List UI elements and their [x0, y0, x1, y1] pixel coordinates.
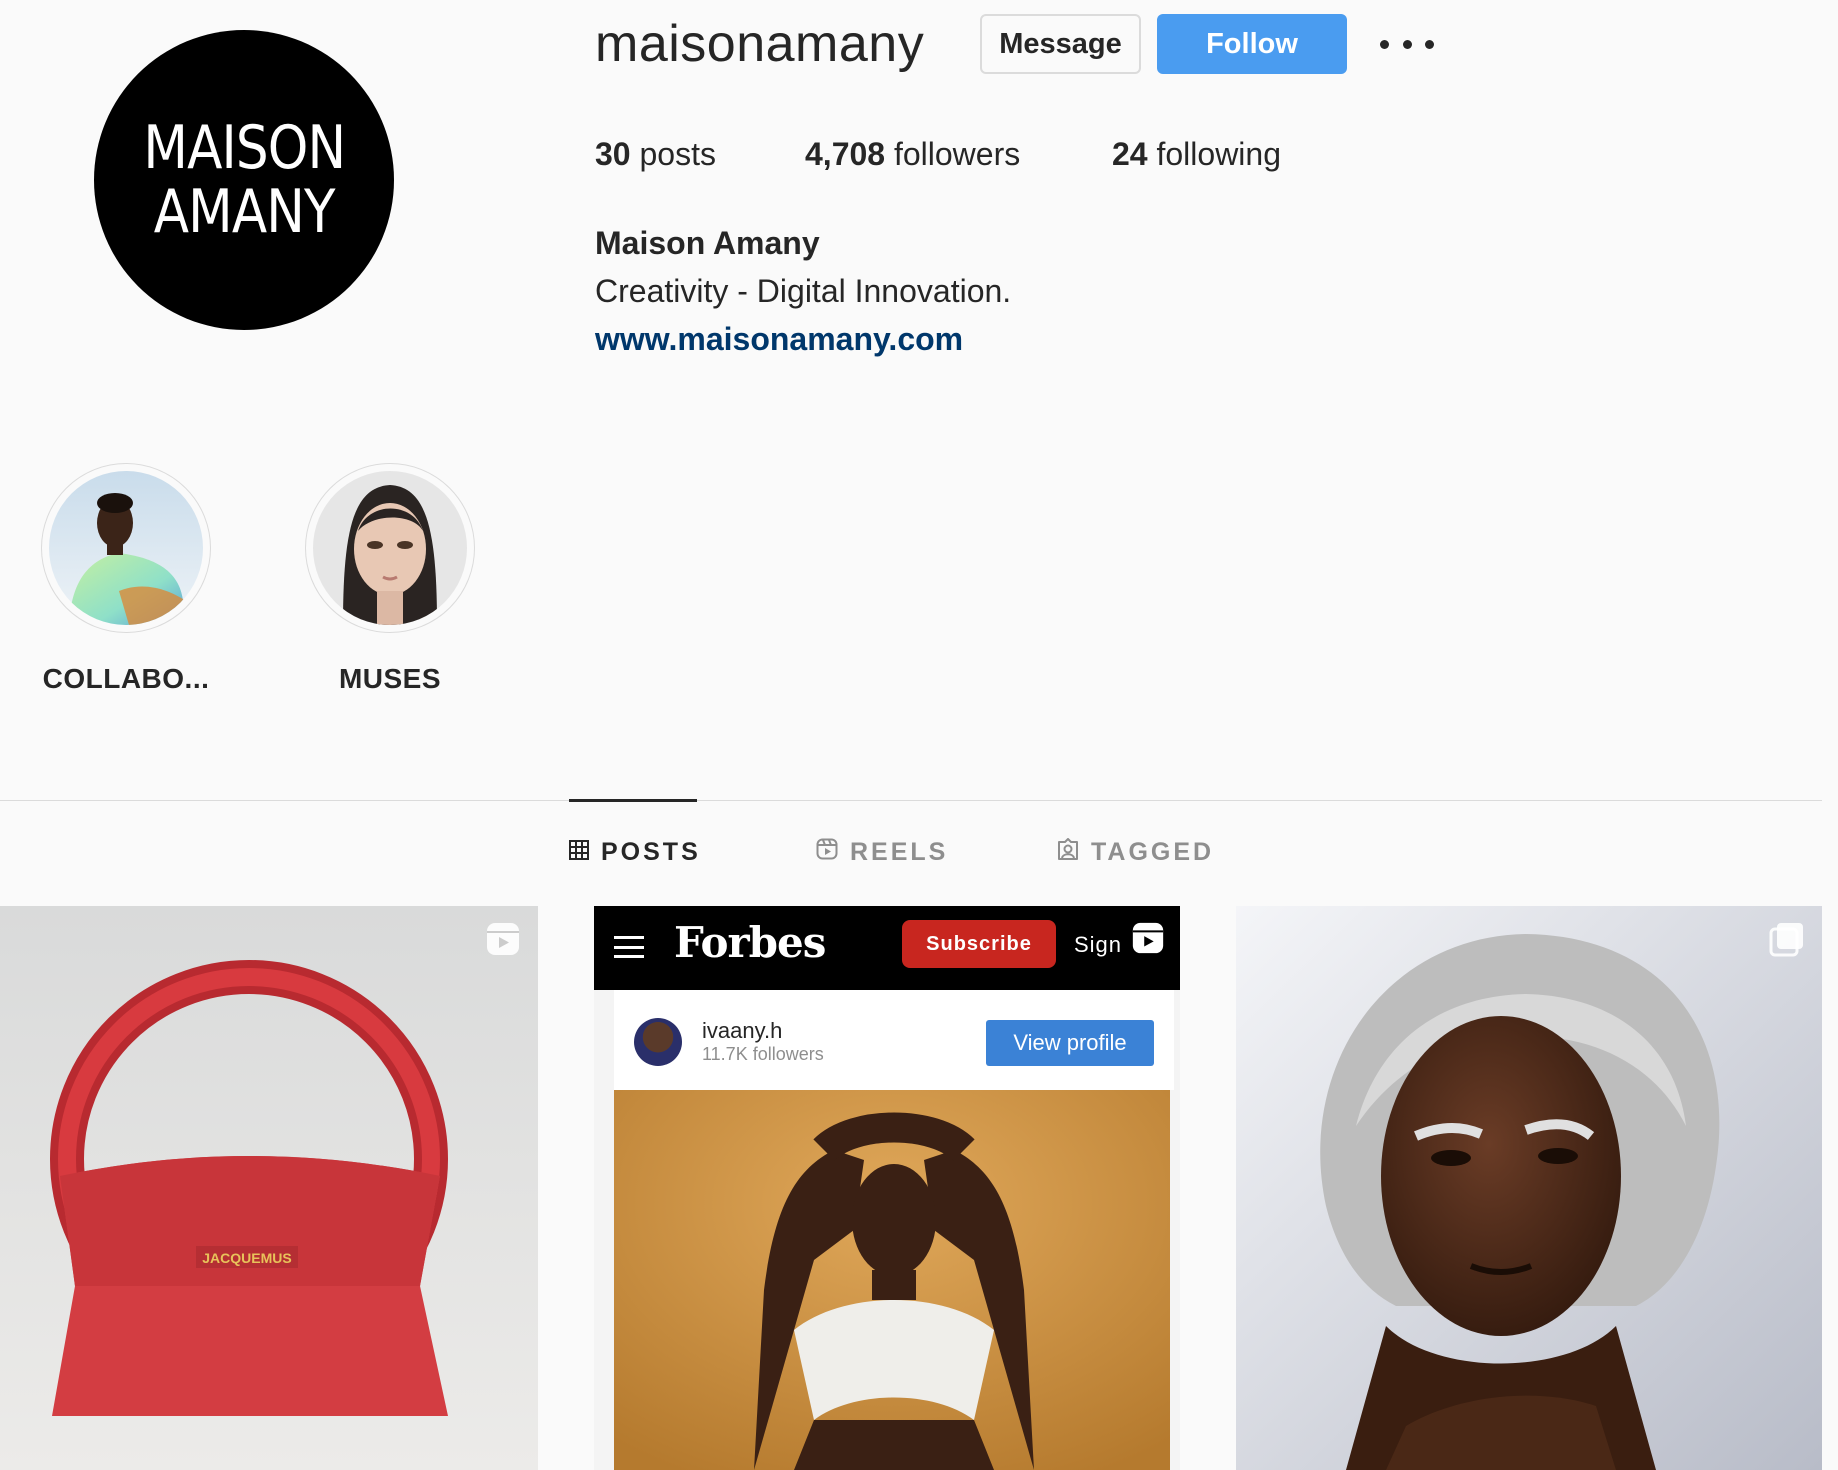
embedded-photo — [614, 1090, 1170, 1470]
embedded-profile-card: ivaany.h 11.7K followers View profile — [614, 990, 1174, 1090]
following-count-label: following — [1147, 136, 1281, 172]
tagged-icon — [1057, 838, 1079, 867]
embedded-followers: 11.7K followers — [702, 1044, 824, 1064]
profile-bio: Creativity - Digital Innovation. — [595, 273, 1012, 309]
highlight-label: COLLABO... — [42, 663, 210, 694]
reel-badge-icon — [1132, 922, 1164, 954]
highlight-label: MUSES — [338, 663, 442, 694]
highlight-collabo[interactable]: COLLABO... — [40, 463, 212, 695]
profile-website-link[interactable]: www.maisonamany.com — [595, 321, 963, 358]
more-options-icon[interactable] — [1380, 24, 1434, 64]
message-button[interactable]: Message — [980, 14, 1141, 74]
highlight-ring — [41, 463, 211, 633]
tabs-divider — [0, 800, 1822, 801]
embedded-handle: ivaany.h — [702, 1018, 783, 1043]
post-bag-text: JACQUEMUS — [202, 1250, 291, 1266]
hamburger-menu-icon — [614, 936, 644, 958]
tab-reels[interactable]: REELS — [816, 838, 948, 867]
active-tab-indicator — [569, 799, 697, 802]
profile-full-name: Maison Amany — [595, 225, 820, 261]
followers-count[interactable]: 4,708 followers — [805, 136, 1020, 173]
highlight-muses[interactable]: MUSES — [304, 463, 476, 695]
embedded-avatar — [634, 1018, 682, 1066]
tab-reels-label: REELS — [850, 838, 949, 866]
tab-tagged-label: TAGGED — [1091, 838, 1215, 866]
avatar-text-line1: MAISON — [143, 113, 346, 183]
avatar-text-line2: AMANY — [153, 177, 336, 247]
grid-icon — [569, 838, 589, 867]
carousel-badge-icon — [1769, 923, 1803, 957]
forbes-logo: Forbes — [674, 918, 826, 967]
post-image-red-bag: JACQUEMUS — [0, 906, 538, 1470]
following-count-value: 24 — [1112, 136, 1148, 172]
followers-count-label: followers — [885, 136, 1021, 172]
highlight-cover-image — [49, 471, 203, 625]
highlight-cover-image — [313, 471, 467, 625]
profile-avatar[interactable]: MAISON AMANY — [94, 30, 394, 330]
forbes-sign-text: Sign — [1074, 932, 1123, 957]
following-count[interactable]: 24 following — [1112, 136, 1281, 173]
forbes-header-bar: Forbes Subscribe Sign — [594, 906, 1180, 990]
profile-username: maisonamany — [595, 15, 925, 73]
tab-posts[interactable]: POSTS — [569, 838, 701, 867]
posts-count: 30 posts — [595, 136, 716, 173]
post-tile[interactable]: JACQUEMUS — [0, 906, 538, 1470]
forbes-subscribe-button: Subscribe — [902, 920, 1056, 968]
reel-badge-icon — [487, 923, 519, 955]
posts-count-value: 30 — [595, 136, 631, 172]
follow-button[interactable]: Follow — [1157, 14, 1347, 74]
followers-count-value: 4,708 — [805, 136, 886, 172]
tab-posts-label: POSTS — [601, 838, 701, 866]
tab-tagged[interactable]: TAGGED — [1057, 838, 1214, 867]
post-image-portrait — [1236, 906, 1822, 1470]
posts-count-label: posts — [630, 136, 716, 172]
embedded-view-profile-button: View profile — [986, 1020, 1154, 1066]
post-tile[interactable] — [1236, 906, 1822, 1470]
reels-icon — [816, 838, 838, 867]
highlight-ring — [305, 463, 475, 633]
post-tile[interactable]: Forbes Subscribe Sign ivaany.h 11.7K fol… — [594, 906, 1180, 1470]
